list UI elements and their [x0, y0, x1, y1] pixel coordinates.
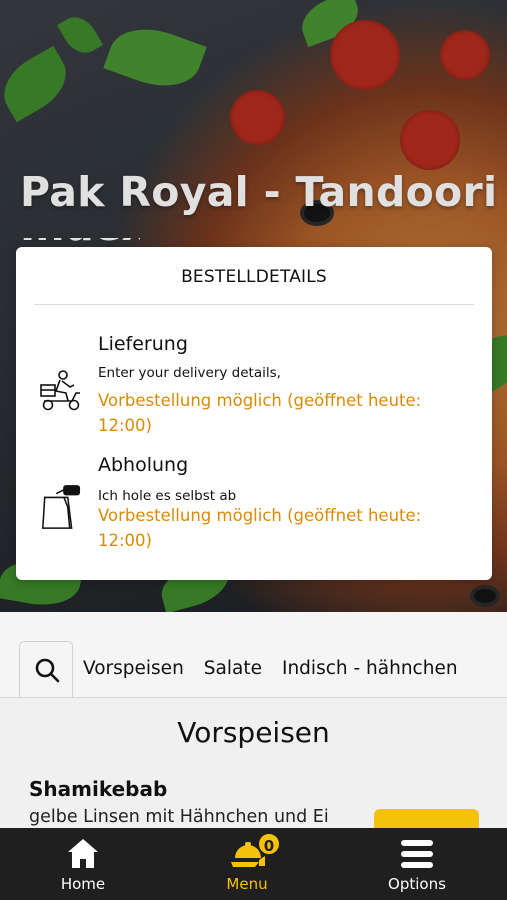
tab-salate[interactable]: Salate	[204, 658, 262, 679]
nav-options[interactable]: Options	[357, 828, 477, 900]
tab-vorspeisen[interactable]: Vorspeisen	[83, 658, 184, 679]
bottom-nav: Home 0 Menu Options	[0, 828, 507, 900]
section-title: Vorspeisen	[177, 716, 330, 749]
delivery-scooter-icon	[40, 370, 80, 411]
category-bar: Vorspeisen Salate Indisch - hähnchen	[0, 612, 507, 698]
order-details-modal: BESTELLDETAILS Lieferung Enter your deli…	[16, 247, 492, 580]
menu-item-description: gelbe Linsen mit Hähnchen und Ei	[29, 807, 329, 827]
menu-item-name: Shamikebab	[29, 777, 168, 801]
pickup-preorder-note: Vorbestellung möglich (geöffnet heute: 1…	[98, 506, 422, 550]
nav-home-label: Home	[60, 875, 106, 893]
delivery-subtitle: Enter your delivery details,	[98, 365, 281, 381]
nav-menu[interactable]: 0 Menu	[187, 828, 307, 900]
category-tabs: Vorspeisen Salate Indisch - hähnchen	[83, 658, 458, 679]
tab-indisch-haehnchen[interactable]: Indisch - hähnchen	[282, 658, 458, 679]
home-icon	[68, 839, 98, 868]
delivery-preorder-note: Vorbestellung möglich (geöffnet heute: 1…	[98, 391, 422, 435]
pickup-subtitle: Ich hole es selbst ab	[98, 488, 237, 504]
modal-title: BESTELLDETAILS	[181, 267, 327, 287]
takeaway-bag-icon	[41, 485, 81, 529]
delivery-option[interactable]: Lieferung Enter your delivery details, V…	[16, 333, 492, 443]
pickup-option[interactable]: Abholung Ich hole es selbst ab Vorbestel…	[16, 454, 492, 564]
add-to-cart-button[interactable]	[374, 809, 479, 828]
search-button[interactable]	[19, 641, 73, 697]
nav-options-label: Options	[388, 875, 446, 893]
nav-menu-label: Menu	[226, 875, 268, 893]
hamburger-menu-icon	[401, 840, 433, 868]
nav-home[interactable]: Home	[23, 828, 143, 900]
delivery-title: Lieferung	[98, 333, 188, 355]
menu-content: Vorspeisen Shamikebab gelbe Linsen mit H…	[0, 698, 507, 828]
cart-count-badge: 0	[257, 832, 281, 856]
divider	[34, 304, 474, 305]
pickup-title: Abholung	[98, 454, 189, 476]
search-icon	[35, 658, 60, 683]
